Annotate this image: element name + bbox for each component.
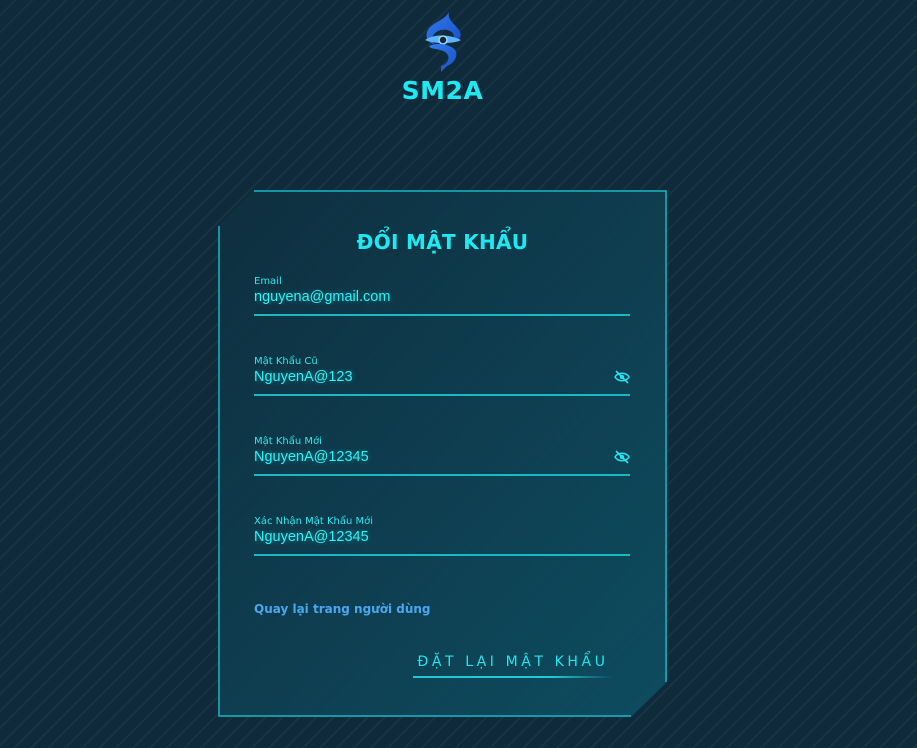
confirm-password-input[interactable]	[254, 529, 594, 545]
confirm-password-label: Xác Nhận Mật Khẩu Mới	[254, 516, 374, 527]
brand-name: SM2A	[401, 76, 484, 105]
page-title: ĐỔI MẬT KHẨU	[356, 230, 529, 254]
old-password-input[interactable]	[254, 369, 594, 385]
new-password-input[interactable]	[254, 449, 594, 465]
email-field: Email	[254, 276, 630, 316]
logo-area: SM2A	[0, 10, 885, 105]
email-label: Email	[254, 276, 282, 287]
back-to-user-page-link[interactable]: Quay lại trang người dùng	[254, 602, 431, 616]
new-password-field: Mật Khẩu Mới	[254, 436, 630, 476]
change-password-card: ĐỔI MẬT KHẨU Email Mật Khẩu Cũ Mật Khẩu …	[218, 190, 667, 717]
eye-slash-icon[interactable]	[614, 370, 630, 384]
sm2a-logo-icon	[424, 12, 461, 72]
new-password-label: Mật Khẩu Mới	[254, 436, 322, 447]
eye-slash-icon[interactable]	[614, 450, 630, 464]
reset-password-button[interactable]: ĐẶT LẠI MẬT KHẨU	[413, 646, 613, 678]
email-input[interactable]	[254, 289, 594, 305]
reset-password-button-label: ĐẶT LẠI MẬT KHẨU	[417, 654, 609, 670]
reset-password-button-underline	[413, 676, 613, 678]
old-password-field: Mật Khẩu Cũ	[254, 356, 630, 396]
confirm-password-field: Xác Nhận Mật Khẩu Mới	[254, 516, 630, 556]
old-password-label: Mật Khẩu Cũ	[254, 356, 318, 367]
